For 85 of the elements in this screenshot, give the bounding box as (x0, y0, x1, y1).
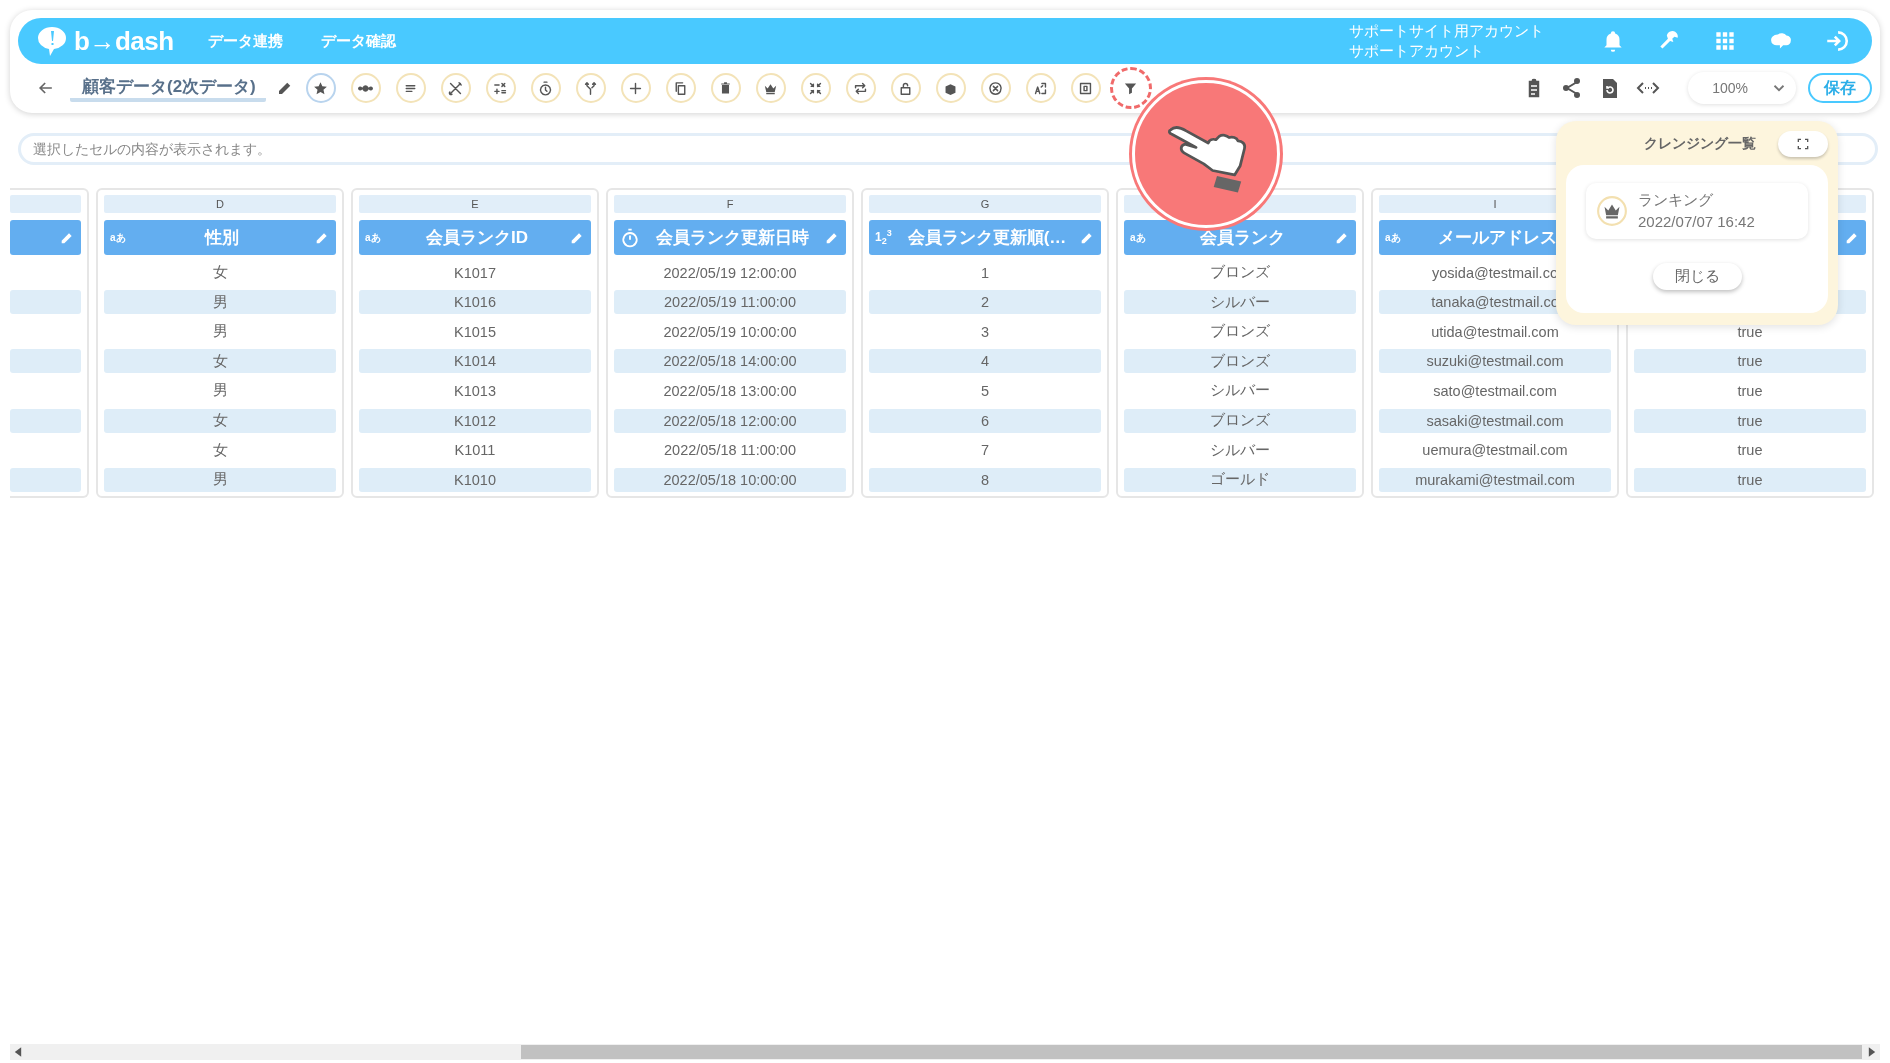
table-cell: K1014 (359, 349, 591, 374)
table-cell-text: 2022/05/19 10:00:00 (662, 322, 798, 342)
table-cell: ブロンズ (1124, 349, 1356, 374)
column-name: 会員ランク更新順(… (906, 227, 1068, 249)
column-header[interactable]: 1$_{2}$$^{3}$ 会員ランク更新順(… (869, 220, 1101, 255)
data-title[interactable]: 顧客データ(2次データ) (70, 74, 266, 102)
type-label: aあ (1130, 230, 1147, 245)
column-header[interactable]: 会員ランク更新日時 (614, 220, 846, 255)
table-cell-text: 2022/05/18 11:00:00 (663, 441, 797, 461)
table-cell: true (1634, 467, 1866, 492)
table-cell: K1010 (359, 467, 591, 492)
column-name: メールアドレス (1436, 227, 1558, 249)
table-cell: true (1634, 408, 1866, 433)
table-cell-text: 女 (211, 440, 229, 460)
panel-title: クレンジング一覧 (1644, 135, 1756, 153)
column-letter: D (216, 198, 224, 210)
table-cell: シルバー (1124, 290, 1356, 315)
table-cell-text: 2022/05/19 12:00:00 (662, 263, 798, 283)
table-cell: 男 (104, 290, 336, 315)
table-cell: 2022/05/19 11:00:00 (614, 290, 846, 315)
column-header[interactable]: aあ 会員ランク (1124, 220, 1356, 255)
table-cell-text: ブロンズ (1209, 322, 1271, 342)
table-cell: 男 (104, 467, 336, 492)
table-cell: ブロンズ (1124, 408, 1356, 433)
table-cell-text: シルバー (1209, 381, 1271, 401)
table-cell: suzuki@testmail.com (1379, 349, 1611, 374)
table-cell-text: シルバー (1209, 440, 1271, 460)
item-name: ランキング (1638, 190, 1714, 210)
column-letter: F (726, 198, 734, 210)
table-cell-text: 女 (211, 263, 229, 283)
column-letter: I (1493, 198, 1497, 210)
close-button[interactable]: 閉じる (1652, 263, 1742, 290)
column-letter: E (471, 198, 479, 210)
table-cell-text: K1017 (453, 263, 497, 283)
nav-link[interactable]: データ確認 (320, 31, 396, 51)
table-cell-text: sato@testmail.com (1432, 381, 1558, 401)
type-label: aあ (1385, 230, 1402, 245)
table-cell: 4 (869, 349, 1101, 374)
column-name: 会員ランク更新日時 (654, 227, 810, 249)
table-cell: K1012 (359, 408, 591, 433)
table-cell: 2 (869, 290, 1101, 315)
table-cell-text: K1015 (453, 322, 497, 342)
account-site: サポートサイト用アカウント (1349, 21, 1544, 41)
table-cell-text: true (1736, 322, 1764, 342)
table-cell: sasaki@testmail.com (1379, 408, 1611, 433)
table-cell-text: 男 (211, 322, 229, 342)
table-cell: 2022/05/18 14:00:00 (614, 349, 846, 374)
table-cell-text: true (1736, 381, 1764, 401)
table-cell: 6 (869, 408, 1101, 433)
table-cell: 2022/05/18 12:00:00 (614, 408, 846, 433)
table-cell: 女 (104, 408, 336, 433)
table-cell-text: 7 (979, 441, 991, 461)
table-cell-text: 2022/05/18 13:00:00 (662, 381, 798, 401)
table-cell-text: 5 (979, 381, 991, 401)
type-label: aあ (110, 230, 127, 245)
table-cell: K1016 (359, 290, 591, 315)
logo-text: b→dash (74, 25, 174, 57)
column-name: 会員ランク (1198, 227, 1286, 249)
table-cell-text: K1011 (453, 441, 497, 461)
table-cell: 8 (869, 467, 1101, 492)
column-name: 会員ランクID (425, 227, 529, 249)
table-cell-text: K1013 (453, 381, 497, 401)
table-cell-text: true (1736, 441, 1764, 461)
column-name: 性別 (203, 227, 240, 249)
column-letter: G (980, 198, 990, 210)
nav-link[interactable]: データ連携 (207, 31, 283, 51)
table-cell: 2022/05/18 10:00:00 (614, 467, 846, 492)
account-name: サポートアカウント (1349, 41, 1485, 61)
type-label: aあ (365, 230, 382, 245)
table-cell: ゴールド (1124, 467, 1356, 492)
table-cell-text: 1 (979, 263, 991, 283)
table-cell-text: 3 (979, 322, 991, 342)
item-date: 2022/07/07 16:42 (1638, 212, 1755, 232)
column-header[interactable]: aあ 会員ランクID (359, 220, 591, 255)
table-cell: true (1634, 349, 1866, 374)
table-cell: murakami@testmail.com (1379, 467, 1611, 492)
table-cell-text: yosida@testmail.co (1431, 263, 1559, 283)
column-header[interactable]: aあ 性別 (104, 220, 336, 255)
zoom-select[interactable]: 100% (1688, 72, 1796, 104)
table-cell-text: 男 (211, 381, 229, 401)
save-button[interactable]: 保存 (1808, 73, 1872, 103)
table-cell-text: ブロンズ (1209, 263, 1271, 283)
table-cell-text: uemura@testmail.com (1421, 441, 1569, 461)
table-cell-text: utida@testmail.com (1430, 322, 1560, 342)
table-cell: 女 (104, 349, 336, 374)
